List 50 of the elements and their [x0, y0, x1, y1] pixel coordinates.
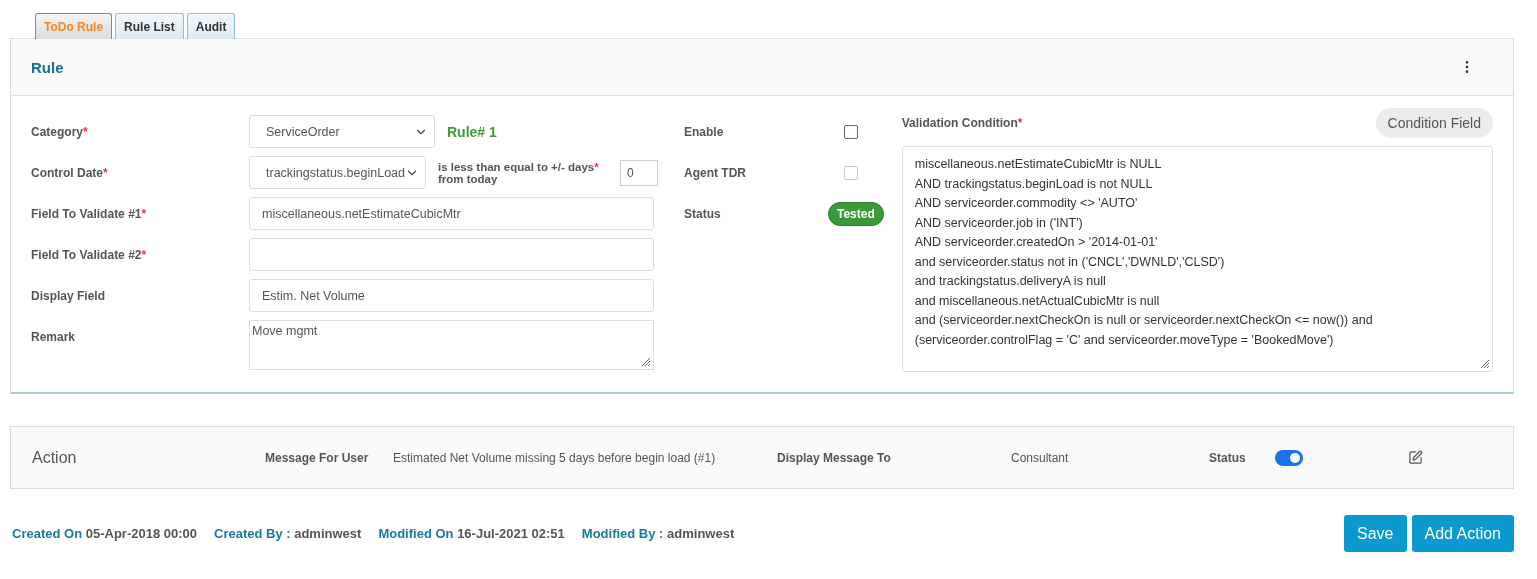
- tab[interactable]: Rule List: [115, 13, 184, 39]
- condition-field-button[interactable]: Condition Field: [1375, 108, 1493, 138]
- condition-line: miscellaneous.netEstimateCubicMtr is NULL: [914, 156, 1163, 173]
- days-input[interactable]: 0: [620, 159, 658, 186]
- remark-field[interactable]: Move mgmt: [249, 320, 654, 370]
- field-label: Status: [1209, 450, 1247, 465]
- resize-grip-icon: [1480, 359, 1490, 369]
- condition-line: (serviceorder.controlFlag = 'C' and serviceorder.moveType = 'BookedMove'): [914, 331, 1335, 349]
- message-text: Estimated Net Volume missing 5 days before begin load (#1): [393, 450, 717, 465]
- days-label: is less than equal to +/- days* from today: [438, 160, 600, 185]
- condition-line: AND serviceorder.job in ('INT'): [914, 214, 1084, 232]
- meta-info: Created On 05-Apr-2018 00:00: [12, 526, 197, 541]
- status-badge: Tested: [827, 201, 884, 226]
- field-label: Display Field: [31, 288, 107, 303]
- condition-line: and trackingstatus.deliveryA is null: [914, 273, 1107, 290]
- action-title: Action: [32, 448, 78, 467]
- rule-number: Rule# 1: [447, 123, 497, 140]
- condition-line: AND serviceorder.createdOn > '2014-01-01': [914, 234, 1159, 251]
- field-label: Field To Validate #2*: [31, 247, 148, 262]
- tab[interactable]: Audit: [186, 13, 236, 39]
- condition-line: AND serviceorder.commodity <> 'AUTO': [914, 195, 1139, 212]
- meta-info: Created By : adminwest: [214, 526, 362, 541]
- status-toggle[interactable]: [1275, 449, 1303, 466]
- edit-icon[interactable]: [1408, 450, 1423, 465]
- condition-line: and miscellaneous.netActualCubicMtr is null: [914, 292, 1161, 310]
- meta-info: Modified By : adminwest: [581, 526, 735, 541]
- recipient-text: Consultant: [1011, 450, 1070, 465]
- condition-field[interactable]: [901, 146, 1493, 372]
- field-label: Control Date*: [31, 165, 109, 180]
- select-field[interactable]: ServiceOrder: [249, 115, 435, 148]
- select-field[interactable]: trackingstatus.beginLoad: [249, 156, 426, 189]
- panel-title: Rule: [31, 58, 64, 76]
- text-input[interactable]: miscellaneous.netEstimateCubicMtr: [249, 197, 654, 230]
- resize-grip-icon: [641, 357, 651, 367]
- field-label: Remark: [31, 329, 77, 344]
- field-label: Enable: [684, 124, 725, 139]
- condition-line: AND trackingstatus.beginLoad is not NULL: [914, 175, 1154, 193]
- field-label: Validation Condition*: [901, 116, 1023, 130]
- meta-info: Modified On 16-Jul-2021 02:51: [378, 526, 565, 541]
- field-label: Message For User: [265, 450, 370, 465]
- condition-line: and (serviceorder.nextCheckOn is null or serviceorder.nextCheckOn <= now()) and: [914, 312, 1374, 329]
- text-input[interactable]: Estim. Net Volume: [249, 279, 654, 312]
- field-label: Field To Validate #1*: [31, 206, 148, 221]
- field-label: Category*: [31, 124, 89, 139]
- field-label: Status: [684, 206, 722, 221]
- text-input[interactable]: [249, 238, 654, 271]
- checkbox[interactable]: [843, 124, 858, 139]
- field-label: Agent TDR: [684, 165, 747, 180]
- condition-line: and serviceorder.status not in ('CNCL','DWNLD','CLSD'): [914, 253, 1226, 271]
- field-label: Display Message To: [777, 450, 892, 465]
